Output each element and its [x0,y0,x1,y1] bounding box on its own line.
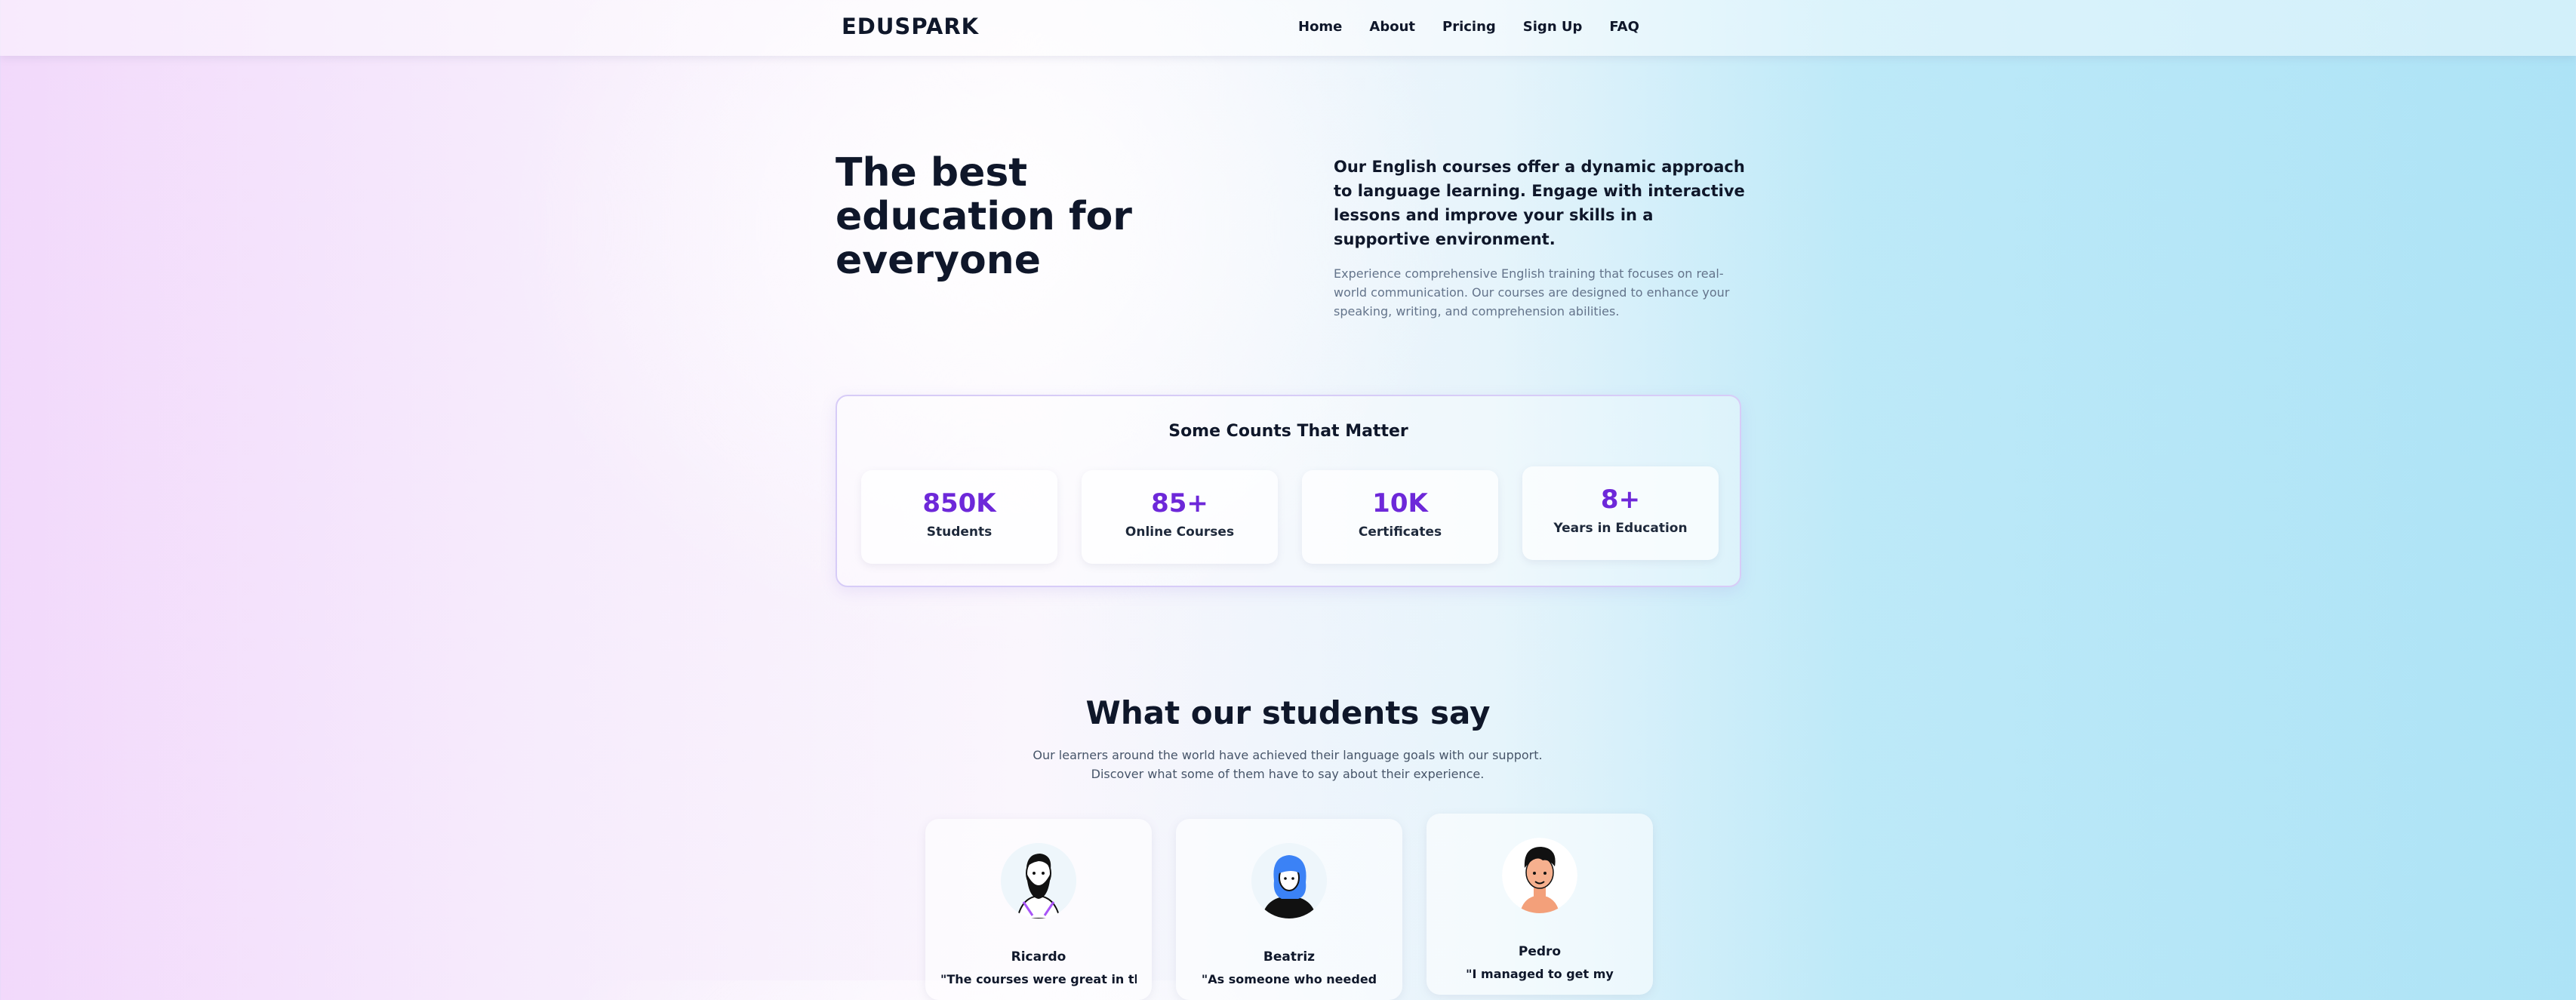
stat-label: Certificates [1358,525,1442,540]
stat-value: 8+ [1600,485,1641,515]
stat-label: Years in Education [1553,521,1688,536]
top-nav-bar: EDUSPARK Home About Pricing Sign Up FAQ [0,0,2576,56]
stat-value: 10K [1372,488,1428,518]
nav-signup-link[interactable]: Sign Up [1523,19,1583,35]
stat-value: 85+ [1151,488,1208,518]
testimonial-quote: "The courses were great in th [940,972,1137,986]
testimonial-name: Beatriz [1263,949,1316,965]
testimonial-name: Ricardo [1011,949,1066,965]
stats-title: Some Counts That Matter [1168,422,1408,441]
testimonial-name: Pedro [1518,944,1562,959]
nav-faq-link[interactable]: FAQ [1609,19,1639,35]
stat-value: 850K [922,488,996,518]
testimonials-subtitle: Our learners around the world have achie… [1033,748,1543,781]
woman-blue-hair-avatar-icon [1251,843,1327,918]
young-man-avatar-icon [1502,838,1577,913]
main-menu: Home About Pricing Sign Up FAQ [1298,19,1667,35]
hero-sub-text: Experience comprehensive English trainin… [1334,266,1730,318]
testimonials-title: What our students say [1085,694,1491,731]
nav-home-link[interactable]: Home [1298,19,1342,35]
bearded-man-avatar-icon [1001,843,1076,918]
brand-logo[interactable]: EDUSPARK [842,14,979,39]
nav-about-link[interactable]: About [1369,19,1415,35]
stat-label: Online Courses [1125,525,1235,540]
testimonial-card-pedro: Pedro "I managed to get my [1426,814,1653,995]
stat-card-students: 850K Students [861,470,1057,564]
stat-card-years: 8+ Years in Education [1522,466,1719,560]
testimonial-card-ricardo: Ricardo "The courses were great in th [925,819,1152,1000]
hero-title: The best education for everyone [836,150,1132,283]
stats-panel: Some Counts That Matter 850K Students 85… [836,395,1741,587]
testimonial-card-beatriz: Beatriz "As someone who needed [1176,819,1402,1000]
hero-lead-text: Our English courses offer a dynamic appr… [1334,158,1745,248]
stat-card-online-courses: 85+ Online Courses [1082,470,1278,564]
testimonial-quote: "I managed to get my [1466,967,1614,981]
testimonial-quote: "As someone who needed [1201,972,1377,986]
nav-pricing-link[interactable]: Pricing [1442,19,1496,35]
stat-label: Students [926,525,993,540]
stat-card-certificates: 10K Certificates [1302,470,1498,564]
